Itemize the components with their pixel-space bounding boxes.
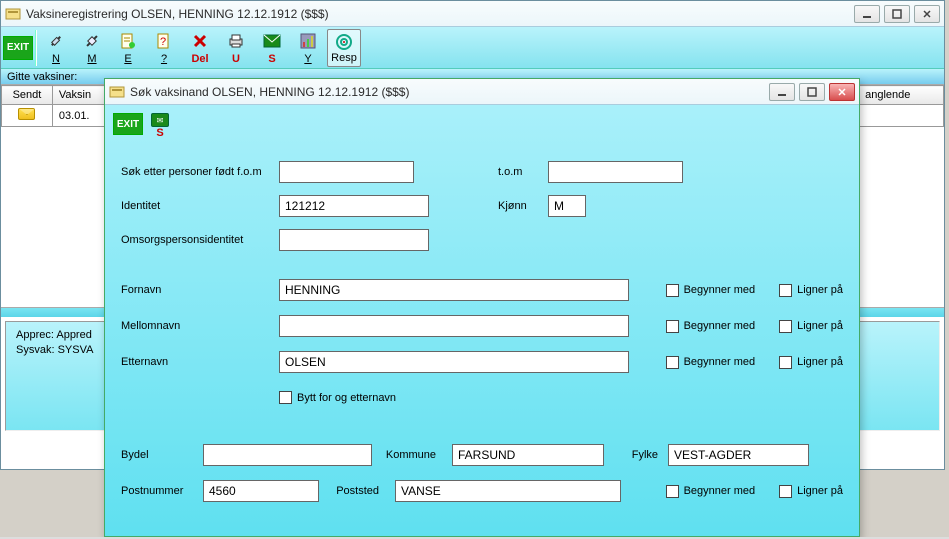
row-omsorgs: Omsorgspersonsidentitet — [121, 229, 843, 251]
fom-input[interactable] — [279, 161, 414, 183]
row-etternavn: Etternavn Begynner med Ligner på — [121, 351, 843, 373]
etternavn-begynner-checkbox[interactable]: Begynner med — [666, 356, 756, 369]
tom-input[interactable] — [548, 161, 683, 183]
yellow-envelope-icon — [18, 108, 35, 120]
main-window-title: Vaksineregistrering OLSEN, HENNING 12.12… — [26, 7, 854, 21]
tom-label: t.o.m — [498, 166, 538, 178]
envelope-green-icon: ✉ — [151, 113, 169, 127]
bydel-input[interactable] — [203, 444, 372, 466]
row-identitet: Identitet Kjønn — [121, 195, 843, 217]
syringe-icon — [83, 31, 101, 51]
mellomnavn-label: Mellomnavn — [121, 320, 269, 332]
kjonn-label: Kjønn — [498, 200, 538, 212]
minimize-button[interactable] — [854, 5, 880, 23]
omsorgs-label: Omsorgspersonsidentitet — [121, 234, 269, 246]
row-swap: Bytt for og etternavn — [279, 391, 843, 404]
toolbar-resp-button[interactable]: Resp — [327, 29, 361, 67]
poststed-begynner-checkbox[interactable]: Begynner med — [666, 485, 756, 498]
toolbar-m-button[interactable]: M — [75, 29, 109, 67]
search-dialog: Søk vaksinand OLSEN, HENNING 12.12.1912 … — [104, 78, 860, 537]
col-sendt[interactable]: Sendt — [2, 86, 53, 105]
fylke-input[interactable] — [668, 444, 809, 466]
postnr-label: Postnummer — [121, 485, 193, 497]
poststed-input[interactable] — [395, 480, 621, 502]
fornavn-ligner-checkbox[interactable]: Ligner på — [779, 284, 843, 297]
sub-strip-label: Gitte vaksiner: — [7, 71, 77, 83]
toolbar-u-button[interactable]: U — [219, 29, 253, 67]
row-fom: Søk etter personer født f.o.m t.o.m — [121, 161, 843, 183]
envelope-green-icon — [263, 31, 281, 51]
close-button[interactable] — [914, 5, 940, 23]
row-bydel-kommune: Bydel Kommune Fylke — [121, 444, 843, 466]
dialog-close-button[interactable] — [829, 83, 855, 101]
main-window-controls — [854, 5, 940, 23]
kjonn-input[interactable] — [548, 195, 586, 217]
dialog-title: Søk vaksinand OLSEN, HENNING 12.12.1912 … — [130, 85, 769, 99]
fornavn-input[interactable] — [279, 279, 629, 301]
dialog-exit-button[interactable]: EXIT — [113, 113, 143, 135]
dialog-toolbar: EXIT ✉ S — [113, 113, 851, 139]
toolbar-e-button[interactable]: E — [111, 29, 145, 67]
mellomnavn-input[interactable] — [279, 315, 629, 337]
fornavn-begynner-checkbox[interactable]: Begynner med — [666, 284, 756, 297]
etternavn-label: Etternavn — [121, 356, 269, 368]
main-titlebar: Vaksineregistrering OLSEN, HENNING 12.12… — [1, 1, 944, 27]
poststed-ligner-checkbox[interactable]: Ligner på — [779, 485, 843, 498]
postnr-input[interactable] — [203, 480, 319, 502]
toolbar-divider — [35, 30, 37, 66]
row-fornavn: Fornavn Begynner med Ligner på — [121, 279, 843, 301]
omsorgs-input[interactable] — [279, 229, 429, 251]
app-icon — [5, 6, 21, 22]
etternavn-ligner-checkbox[interactable]: Ligner på — [779, 356, 843, 369]
fom-label: Søk etter personer født f.o.m — [121, 166, 269, 178]
form-help-icon: ? — [155, 31, 173, 51]
dialog-window-controls — [769, 83, 855, 101]
dialog-titlebar: Søk vaksinand OLSEN, HENNING 12.12.1912 … — [105, 79, 859, 105]
toolbar-y-button[interactable]: Y — [291, 29, 325, 67]
dialog-app-icon — [109, 84, 125, 100]
fylke-label: Fylke — [614, 449, 658, 461]
identitet-input[interactable] — [279, 195, 429, 217]
main-exit-button[interactable]: EXIT — [3, 36, 33, 60]
swap-names-checkbox[interactable]: Bytt for og etternavn — [279, 391, 843, 404]
poststed-label: Poststed — [329, 485, 385, 497]
dialog-s-button[interactable]: ✉ S — [151, 113, 169, 139]
row-mellomnavn: Mellomnavn Begynner med Ligner på — [121, 315, 843, 337]
delete-x-icon — [191, 31, 209, 51]
cell-sendt-icon — [2, 105, 53, 127]
toolbar-n-button[interactable]: N — [39, 29, 73, 67]
dialog-maximize-button[interactable] — [799, 83, 825, 101]
dialog-minimize-button[interactable] — [769, 83, 795, 101]
toolbar-help-button[interactable]: ? ? — [147, 29, 181, 67]
chart-icon — [299, 31, 317, 51]
mellomnavn-begynner-checkbox[interactable]: Begynner med — [666, 320, 756, 333]
search-form: Søk etter personer født f.o.m t.o.m Iden… — [113, 157, 851, 520]
bydel-label: Bydel — [121, 449, 193, 461]
form-edit-icon — [119, 31, 137, 51]
print-icon — [227, 31, 245, 51]
target-icon — [335, 32, 353, 52]
main-toolbar: EXIT N M E ? ? Del U S — [1, 27, 944, 69]
toolbar-del-button[interactable]: Del — [183, 29, 217, 67]
svg-text:?: ? — [160, 36, 166, 48]
kommune-input[interactable] — [452, 444, 604, 466]
fornavn-label: Fornavn — [121, 284, 269, 296]
kommune-label: Kommune — [382, 449, 442, 461]
maximize-button[interactable] — [884, 5, 910, 23]
identitet-label: Identitet — [121, 200, 269, 212]
toolbar-s-button[interactable]: S — [255, 29, 289, 67]
row-post: Postnummer Poststed Begynner med Ligner … — [121, 480, 843, 502]
mellomnavn-ligner-checkbox[interactable]: Ligner på — [779, 320, 843, 333]
dialog-content: EXIT ✉ S Søk etter personer født f.o.m t… — [105, 105, 859, 536]
col-manglende[interactable]: anglende — [859, 86, 944, 105]
etternavn-input[interactable] — [279, 351, 629, 373]
needle-icon — [47, 31, 65, 51]
